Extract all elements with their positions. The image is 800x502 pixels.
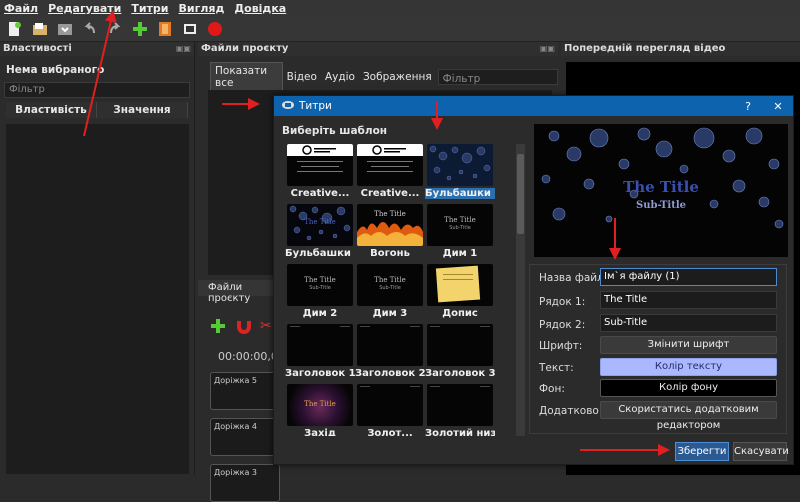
annotation-arrows [83,10,670,456]
